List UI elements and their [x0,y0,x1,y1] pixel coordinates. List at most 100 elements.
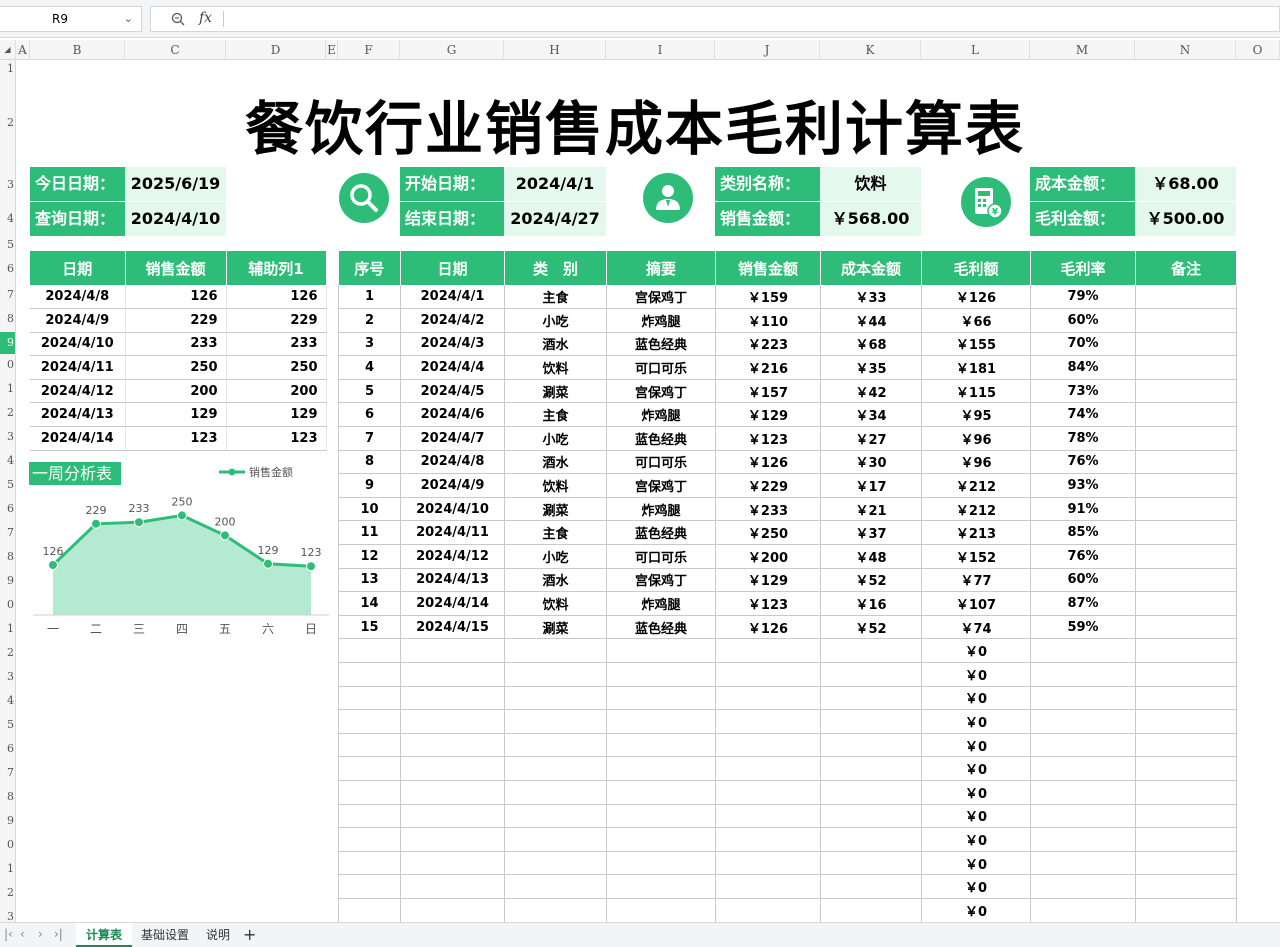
table-cell[interactable] [1135,827,1237,852]
table-cell[interactable]: 87% [1030,591,1136,616]
row-header[interactable]: 4 [0,694,15,707]
table-cell[interactable]: ￥68 [820,332,922,357]
table-cell[interactable] [400,827,505,852]
cost-amount-label[interactable]: 成本金额： [1030,167,1135,201]
table-cell[interactable]: ￥52 [820,615,922,640]
table-cell[interactable]: ￥250 [715,520,821,546]
header-remark[interactable]: 备注 [1135,251,1237,285]
table-cell[interactable]: ￥0 [921,898,1031,923]
table-cell[interactable]: ￥0 [921,662,1031,687]
table-cell[interactable] [1135,662,1237,687]
table-cell[interactable] [606,827,716,852]
table-cell[interactable]: 233 [125,332,227,357]
profit-amount-value[interactable]: ￥500.00 [1135,202,1236,236]
table-cell[interactable]: 2024/4/5 [400,379,505,404]
table-cell[interactable]: ￥123 [715,591,821,616]
row-header[interactable]: 7 [0,526,15,539]
table-cell[interactable]: ￥42 [820,379,922,404]
table-cell[interactable] [1030,827,1136,852]
table-cell[interactable] [820,851,922,876]
header-margin[interactable]: 毛利率 [1030,251,1136,285]
table-cell[interactable]: 2 [338,308,401,333]
table-cell[interactable]: 59% [1030,615,1136,640]
table-cell[interactable] [400,874,505,899]
row-header[interactable]: 7 [0,288,15,301]
row-header[interactable]: 2 [0,116,15,129]
table-cell[interactable] [1135,756,1237,781]
table-cell[interactable] [338,851,401,876]
table-cell[interactable] [338,874,401,899]
col-header-m[interactable]: M [1030,40,1135,60]
table-cell[interactable] [606,662,716,687]
zoom-icon[interactable] [171,12,185,26]
row-header[interactable]: 3 [0,178,15,191]
header-date[interactable]: 日期 [30,251,126,285]
table-cell[interactable]: 主食 [504,285,607,310]
table-cell[interactable]: 3 [338,332,401,357]
table-cell[interactable]: ￥33 [820,285,922,310]
table-cell[interactable]: 2024/4/14 [400,591,505,616]
table-cell[interactable]: 78% [1030,426,1136,451]
row-header[interactable]: 2 [0,646,15,659]
category-value[interactable]: 饮料 [820,167,921,201]
table-cell[interactable]: 酒水 [504,450,607,475]
table-cell[interactable] [1135,568,1237,593]
table-cell[interactable] [1135,379,1237,404]
row-header[interactable]: 5 [0,718,15,731]
sheet-tab-settings[interactable]: 基础设置 [131,923,199,947]
table-cell[interactable]: 小吃 [504,544,607,569]
table-cell[interactable]: 可口可乐 [606,450,716,475]
table-cell[interactable] [715,827,821,852]
table-cell[interactable] [338,780,401,805]
col-header-o[interactable]: O [1236,40,1280,60]
table-cell[interactable] [820,733,922,758]
table-cell[interactable]: 129 [125,402,227,428]
query-value[interactable]: 2024/4/10 [125,202,226,236]
table-cell[interactable]: 60% [1030,308,1136,333]
table-cell[interactable] [820,686,922,711]
table-cell[interactable]: 饮料 [504,355,607,380]
table-cell[interactable]: 15 [338,615,401,640]
table-cell[interactable] [1030,756,1136,781]
table-cell[interactable]: 73% [1030,379,1136,404]
table-cell[interactable] [1135,544,1237,569]
table-cell[interactable]: ￥181 [921,355,1031,380]
col-header-d[interactable]: D [226,40,326,60]
query-label[interactable]: 查询日期： [30,202,125,236]
table-cell[interactable]: ￥155 [921,332,1031,357]
table-cell[interactable]: 229 [125,308,227,333]
table-cell[interactable] [715,851,821,876]
row-header[interactable]: 4 [0,454,15,467]
row-header[interactable]: 0 [0,358,15,371]
table-cell[interactable]: ￥126 [921,285,1031,310]
table-cell[interactable]: 2024/4/10 [30,332,126,357]
table-cell[interactable] [1135,804,1237,829]
table-cell[interactable] [1135,308,1237,333]
table-cell[interactable]: 宫保鸡丁 [606,285,716,310]
table-cell[interactable]: ￥0 [921,638,1031,663]
table-cell[interactable]: ￥216 [715,355,821,380]
table-cell[interactable]: 84% [1030,355,1136,380]
row-header[interactable]: 2 [0,406,15,419]
table-cell[interactable]: 76% [1030,450,1136,475]
table-cell[interactable] [715,662,821,687]
header-cost-amount[interactable]: 成本金额 [820,251,922,285]
row-header[interactable]: 6 [0,742,15,755]
table-cell[interactable]: ￥74 [921,615,1031,640]
table-cell[interactable]: 2024/4/8 [400,450,505,475]
col-header-c[interactable]: C [125,40,226,60]
table-cell[interactable] [820,804,922,829]
today-label[interactable]: 今日日期： [30,167,125,201]
table-cell[interactable] [400,756,505,781]
table-cell[interactable] [820,756,922,781]
table-cell[interactable]: 2024/4/3 [400,332,505,357]
table-cell[interactable] [606,709,716,734]
table-cell[interactable] [820,827,922,852]
table-cell[interactable]: 4 [338,355,401,380]
sheet-tab-notes[interactable]: 说明 [196,923,240,947]
table-cell[interactable] [338,638,401,663]
table-cell[interactable]: 主食 [504,520,607,546]
table-cell[interactable]: 5 [338,379,401,404]
col-header-a[interactable]: A [16,40,30,60]
table-cell[interactable]: 229 [226,308,327,333]
